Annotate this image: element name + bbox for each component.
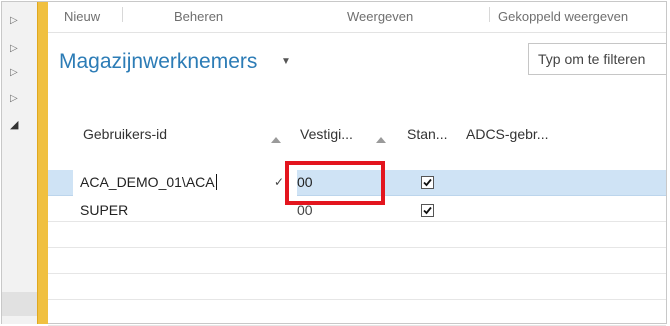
- tab-weergeven[interactable]: Weergeven: [347, 9, 413, 24]
- sort-ascending-icon: [271, 137, 281, 143]
- tab-nieuw[interactable]: Nieuw: [64, 9, 100, 24]
- user-id-value: ACA_DEMO_01\ACA: [80, 174, 215, 190]
- tab-beheren[interactable]: Beheren: [174, 9, 223, 24]
- text-cursor: [215, 174, 217, 190]
- column-header-gebruikers-id[interactable]: Gebruikers-id: [83, 126, 167, 142]
- sort-ascending-icon: [376, 137, 386, 143]
- filter-input[interactable]: Typ om te filteren: [528, 43, 666, 75]
- column-header-standaard[interactable]: Stan...: [407, 126, 447, 142]
- page-title: Magazijnwerknemers: [59, 50, 258, 73]
- expand-arrow-icon[interactable]: ▷: [10, 16, 18, 26]
- default-checkbox[interactable]: [421, 204, 434, 217]
- table-row-empty: [48, 300, 666, 326]
- title-dropdown-icon[interactable]: ▼: [281, 56, 291, 67]
- ribbon-tabs: Nieuw Beheren Weergeven Gekoppeld weerge…: [48, 2, 666, 33]
- column-header-adcs-gebruiker[interactable]: ADCS-gebr...: [466, 126, 548, 142]
- column-header-vestiging[interactable]: Vestigi...: [300, 126, 353, 142]
- user-id-input[interactable]: ACA_DEMO_01\ACA: [80, 174, 217, 190]
- expand-arrow-icon[interactable]: ▷: [10, 68, 18, 78]
- selection-accent-bar: [37, 2, 48, 324]
- default-checkbox[interactable]: [421, 176, 434, 189]
- collapse-arrow-icon[interactable]: ◢: [10, 120, 18, 131]
- user-id-cell[interactable]: SUPER: [80, 202, 128, 218]
- highlight-annotation: [285, 161, 385, 205]
- expand-arrow-icon[interactable]: ▷: [10, 94, 18, 104]
- lookup-dropdown-icon[interactable]: ✓: [274, 175, 284, 189]
- factbox-pane: ▷ ▷ ▷ ▷ ◢: [2, 2, 37, 324]
- table-row-empty: [48, 248, 666, 274]
- pane-footer: [2, 292, 37, 316]
- table-row-empty: [48, 274, 666, 300]
- tab-gekoppeld-weergeven[interactable]: Gekoppeld weergeven: [498, 9, 628, 24]
- table-row-empty: [48, 222, 666, 248]
- expand-arrow-icon[interactable]: ▷: [10, 44, 18, 54]
